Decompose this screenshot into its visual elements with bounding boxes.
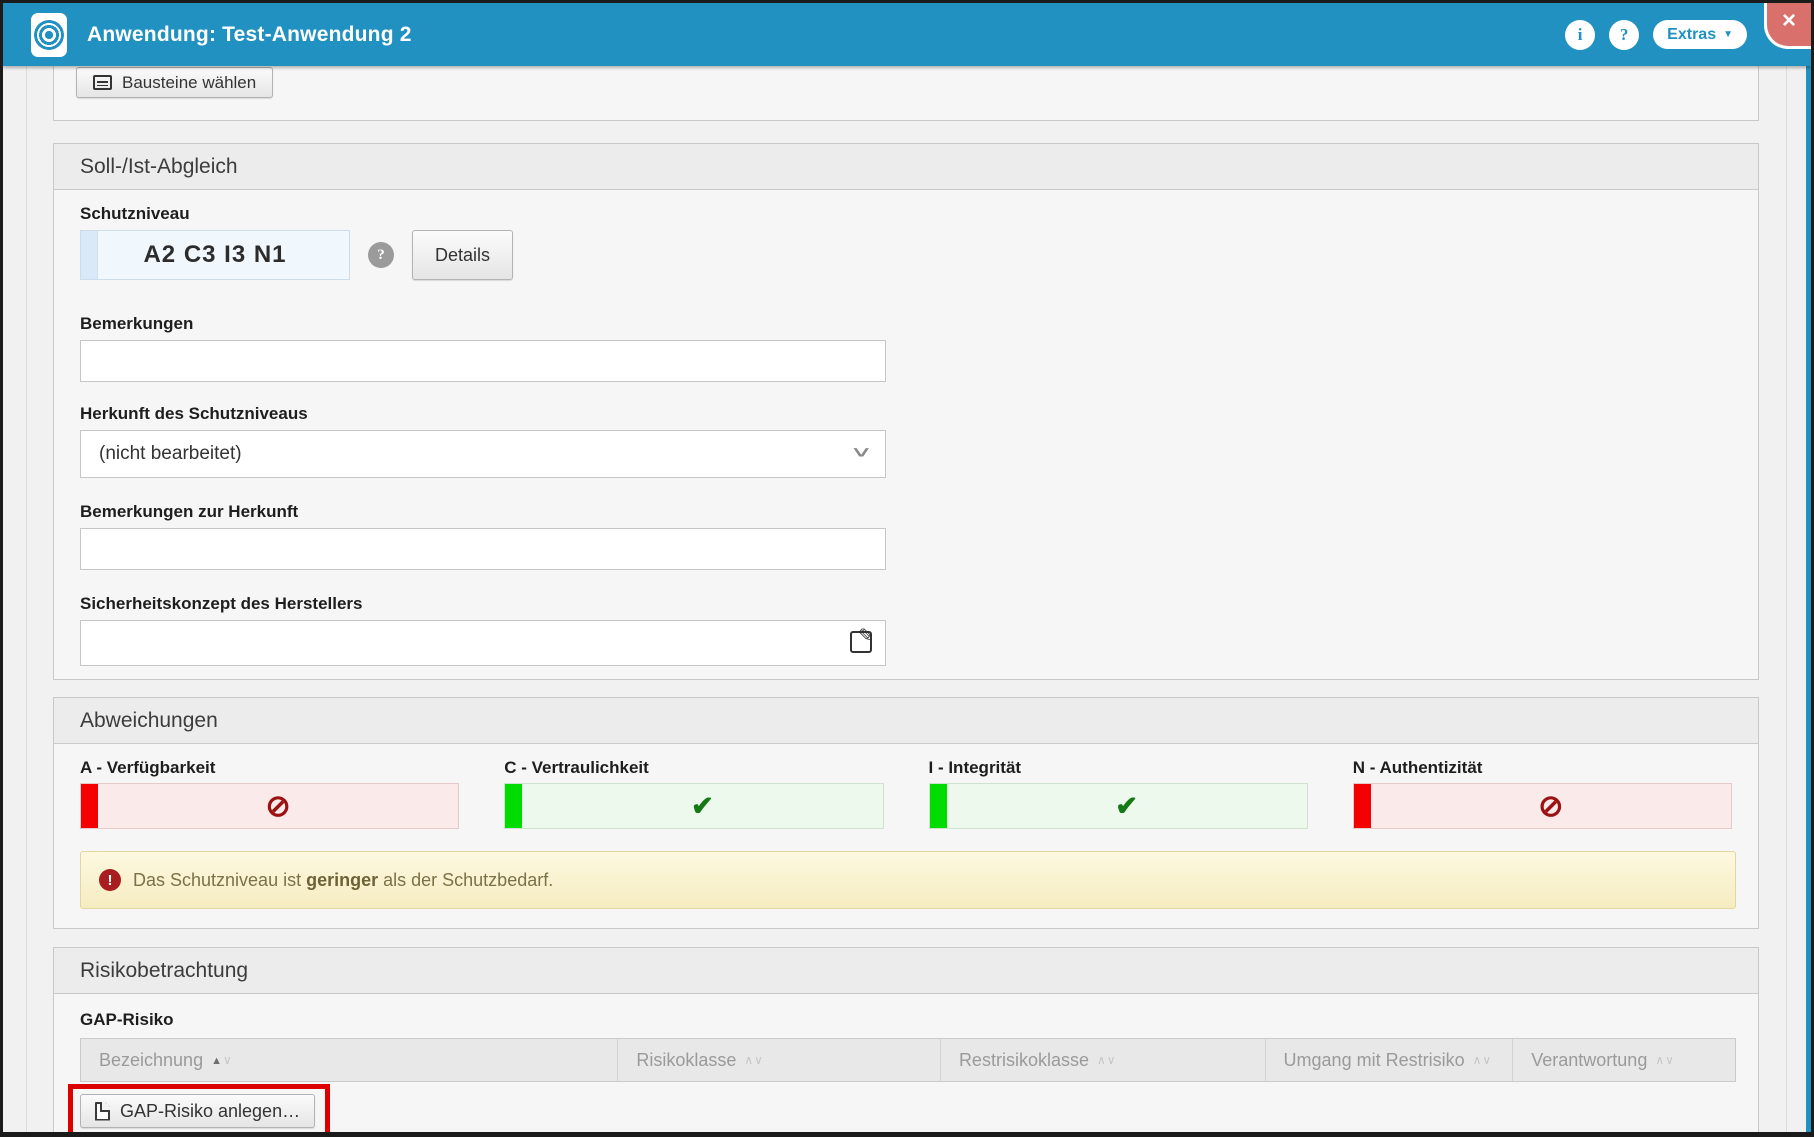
sort-down-icon: ∨ [223,1053,233,1067]
section-title: Risikobetrachtung [54,948,1758,994]
herkunft-select[interactable]: (nicht bearbeitet) ∨ [80,430,886,478]
bausteine-panel: Bausteine wählen [53,66,1759,121]
section-title: Abweichungen [54,698,1758,744]
chevron-down-icon: ∨ [849,444,873,461]
sort-down-icon: ∨ [754,1053,764,1067]
screenshot-frame: Anwendung: Test-Anwendung 2 i ? Extras ▼… [0,0,1814,1137]
status-bar: ⊘ [80,783,459,829]
column-header-verantwortung[interactable]: Verantwortung ∧∨ [1513,1039,1735,1081]
status-icon: ⊘ [266,789,291,824]
sicherheitskonzept-input[interactable] [80,620,886,666]
list-icon [93,75,112,90]
gap-risiko-anlegen-button[interactable]: GAP-Risiko anlegen… [80,1094,315,1128]
divider-line [26,66,27,1132]
schutzniveau-value: A2 C3 I3 N1 [143,241,286,269]
column-header-restrisikoklasse[interactable]: Restrisikoklasse ∧∨ [941,1039,1266,1081]
window-edge [1806,3,1811,1132]
extras-label: Extras [1667,26,1716,44]
abweichung-label: N - Authentizität [1353,758,1732,778]
gap-risiko-anlegen-label: GAP-Risiko anlegen… [120,1101,300,1122]
question-icon: ? [377,247,385,264]
status-icon: ✔ [691,791,714,822]
window-titlebar: Anwendung: Test-Anwendung 2 i ? Extras ▼ [3,3,1811,66]
soll-ist-abgleich-section: Soll-/Ist-Abgleich Schutzniveau A2 C3 I3… [53,143,1759,680]
details-button[interactable]: Details [412,230,513,280]
abweichung-label: C - Vertraulichkeit [504,758,883,778]
bemerkungen-herkunft-input[interactable] [80,528,886,570]
schutzniveau-label: Schutzniveau [80,204,1732,224]
bausteine-waehlen-label: Bausteine wählen [122,73,256,93]
edit-icon[interactable]: ✎ [850,631,872,653]
annotation-highlight: GAP-Risiko anlegen… [68,1084,330,1137]
extras-menu-button[interactable]: Extras ▼ [1653,20,1747,49]
abweichung-label: A - Verfügbarkeit [80,758,459,778]
chevron-down-icon: ▼ [1723,29,1733,40]
sort-down-icon: ∨ [1107,1053,1117,1067]
section-title: Soll-/Ist-Abgleich [54,144,1758,190]
herkunft-label: Herkunft des Schutzniveaus [80,404,1732,424]
column-header-bezeichnung[interactable]: Bezeichnung ▲∨ [81,1039,618,1081]
column-header-risikoklasse[interactable]: Risikoklasse ∧∨ [618,1039,941,1081]
schutzniveau-field: A2 C3 I3 N1 [80,230,350,280]
close-icon: × [1782,9,1796,33]
bemerkungen-herkunft-label: Bemerkungen zur Herkunft [80,502,1732,522]
gap-risiko-table-header: Bezeichnung ▲∨ Risikoklasse ∧∨ Restrisik… [80,1038,1736,1082]
new-document-icon [95,1102,110,1121]
status-bar: ⊘ [1353,783,1732,829]
bemerkungen-label: Bemerkungen [80,314,1732,334]
sort-up-icon: ∧ [1473,1053,1483,1067]
risikobetrachtung-section: Risikobetrachtung GAP-Risiko Bezeichnung… [53,947,1759,1135]
sort-up-icon: ∧ [1097,1053,1107,1067]
gap-risiko-label: GAP-Risiko [80,1010,1732,1030]
sort-down-icon: ∨ [1665,1053,1675,1067]
bausteine-waehlen-button[interactable]: Bausteine wählen [76,67,273,98]
help-icon: ? [1620,25,1629,45]
abweichung-vertraulichkeit: C - Vertraulichkeit ✔ [504,758,883,829]
herkunft-selected-value: (nicht bearbeitet) [99,443,242,465]
bemerkungen-input[interactable] [80,340,886,382]
status-icon: ⊘ [1538,789,1563,824]
divider-line [1786,66,1787,1132]
status-icon: ✔ [1115,791,1138,822]
status-bar: ✔ [504,783,883,829]
warning-message: ! Das Schutzniveau ist geringer als der … [80,851,1736,909]
abweichung-authentizitaet: N - Authentizität ⊘ [1353,758,1732,829]
sort-up-icon: ∧ [744,1053,754,1067]
sort-up-icon: ∧ [1655,1053,1665,1067]
schutzniveau-help-button[interactable]: ? [368,242,394,268]
abweichung-verfuegbarkeit: A - Verfügbarkeit ⊘ [80,758,459,829]
abweichungen-section: Abweichungen A - Verfügbarkeit ⊘ C - Ver… [53,697,1759,929]
abweichung-integritaet: I - Integrität ✔ [929,758,1308,829]
app-logo-icon [31,13,67,57]
window-title: Anwendung: Test-Anwendung 2 [87,23,412,47]
alert-icon: ! [99,869,121,891]
abweichung-label: I - Integrität [929,758,1308,778]
info-icon: i [1578,25,1583,45]
info-button[interactable]: i [1565,20,1595,50]
sort-down-icon: ∨ [1482,1053,1492,1067]
sicherheitskonzept-label: Sicherheitskonzept des Herstellers [80,594,1732,614]
column-header-umgang-mit-restrisiko[interactable]: Umgang mit Restrisiko ∧∨ [1266,1039,1514,1081]
sort-up-icon: ▲ [211,1055,223,1067]
help-button[interactable]: ? [1609,20,1639,50]
close-button[interactable]: × [1764,3,1811,49]
status-bar: ✔ [929,783,1308,829]
